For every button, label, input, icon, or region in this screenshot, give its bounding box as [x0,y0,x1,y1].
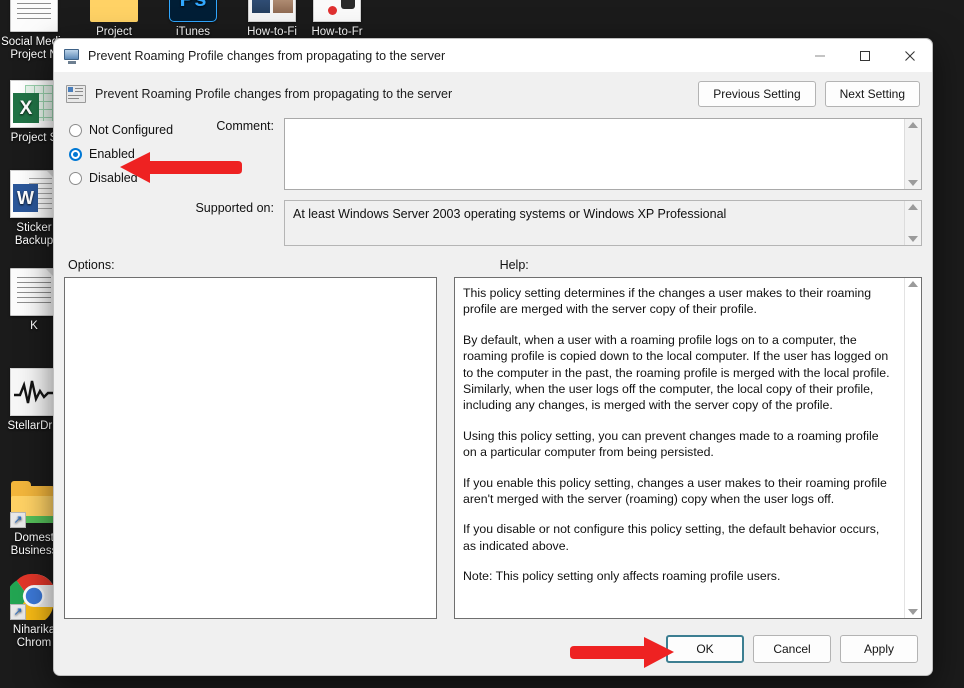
radio-option-enabled[interactable]: Enabled [69,142,186,166]
supported-on-field-row: Supported on: At least Windows Server 20… [186,200,922,246]
dialog-footer: OK Cancel Apply [54,623,932,675]
radio-not-configured-icon[interactable] [69,123,82,137]
folder-icon: ↗ [10,480,58,528]
help-paragraph: If you enable this policy setting, chang… [463,475,887,507]
policy-setting-icon [66,85,86,103]
help-paragraph: By default, when a user with a roaming p… [463,332,890,413]
desktop-icon-project-folder[interactable]: Project [76,0,152,39]
setting-name: Prevent Roaming Profile changes from pro… [95,87,453,101]
scroll-down-icon[interactable] [908,609,918,615]
dialog-header: Prevent Roaming Profile changes from pro… [54,72,932,116]
excel-icon: X [10,80,58,128]
cancel-button[interactable]: Cancel [753,635,831,663]
word-icon: W [10,170,58,218]
supported-on-value: At least Windows Server 2003 operating s… [293,207,727,221]
help-paragraph: This policy setting determines if the ch… [463,286,872,317]
comment-label: Comment: [216,119,274,133]
radio-label: Not Configured [89,123,174,137]
close-button[interactable] [887,39,932,72]
help-pane: This policy setting determines if the ch… [454,277,922,619]
state-and-metadata-area: Not Configured Enabled Disabled Comment: [64,116,922,246]
dialog-body: Not Configured Enabled Disabled Comment: [54,116,932,623]
radio-label: Enabled [89,147,135,161]
options-label: Options: [68,258,115,272]
metadata-fields: Comment: Supported on: At least Windows … [186,116,922,246]
scroll-up-icon[interactable] [908,281,918,287]
help-paragraph: Using this policy setting, you can preve… [463,428,879,460]
computer-monitor-icon [64,48,80,64]
shortcut-badge-icon: ↗ [10,512,26,528]
comment-value[interactable] [285,119,904,189]
group-policy-setting-dialog: Prevent Roaming Profile changes from pro… [53,38,933,676]
navigation-buttons: Previous Setting Next Setting [698,81,920,107]
scroll-down-icon[interactable] [908,236,918,242]
supported-on-box: At least Windows Server 2003 operating s… [284,200,922,246]
help-content: This policy setting determines if the ch… [455,278,904,618]
document-icon [10,268,58,316]
image-thumbnail-icon [248,0,296,22]
radio-option-not-configured[interactable]: Not Configured [69,118,186,142]
document-icon [10,0,58,32]
comment-field-row: Comment: [186,118,922,190]
pane-labels: Options: Help: [64,246,922,277]
radio-disabled-icon[interactable] [69,171,82,185]
chrome-icon: ↗ [5,572,58,625]
waveform-icon [10,368,58,416]
help-paragraph: If you disable or not configure this pol… [463,522,880,553]
apply-button[interactable]: Apply [840,635,918,663]
dialog-title: Prevent Roaming Profile changes from pro… [88,48,446,63]
help-label: Help: [499,258,529,272]
panes-container: This policy setting determines if the ch… [64,277,922,623]
help-scrollbar[interactable] [904,278,921,618]
scroll-up-icon[interactable] [908,122,918,128]
dialog-title-bar: Prevent Roaming Profile changes from pro… [54,39,932,72]
minimize-button[interactable] [797,39,842,72]
scroll-up-icon[interactable] [908,204,918,210]
radio-enabled-icon[interactable] [69,147,82,161]
previous-setting-button[interactable]: Previous Setting [698,81,816,107]
folder-icon [90,0,138,22]
photoshop-icon: Ps [169,0,217,22]
next-setting-button[interactable]: Next Setting [824,81,920,107]
options-content [65,278,436,618]
scroll-down-icon[interactable] [908,180,918,186]
supported-on-label: Supported on: [195,201,274,215]
desktop-icon-how-to-fr[interactable]: How-to-Fr [299,0,375,39]
shortcut-badge-icon: ↗ [10,604,26,620]
window-controls [797,39,932,72]
radio-option-disabled[interactable]: Disabled [69,166,186,190]
comment-scrollbar[interactable] [904,119,921,189]
image-thumbnail-icon [313,0,361,22]
policy-state-radio-group: Not Configured Enabled Disabled [64,116,186,246]
comment-textarea[interactable] [284,118,922,190]
radio-label: Disabled [89,171,138,185]
desktop-icon-itunes[interactable]: Ps iTunes [155,0,231,39]
help-paragraph: Note: This policy setting only affects r… [463,569,781,584]
supported-on-scrollbar[interactable] [904,201,921,245]
ok-button[interactable]: OK [666,635,744,663]
options-pane[interactable] [64,277,437,619]
maximize-button[interactable] [842,39,887,72]
